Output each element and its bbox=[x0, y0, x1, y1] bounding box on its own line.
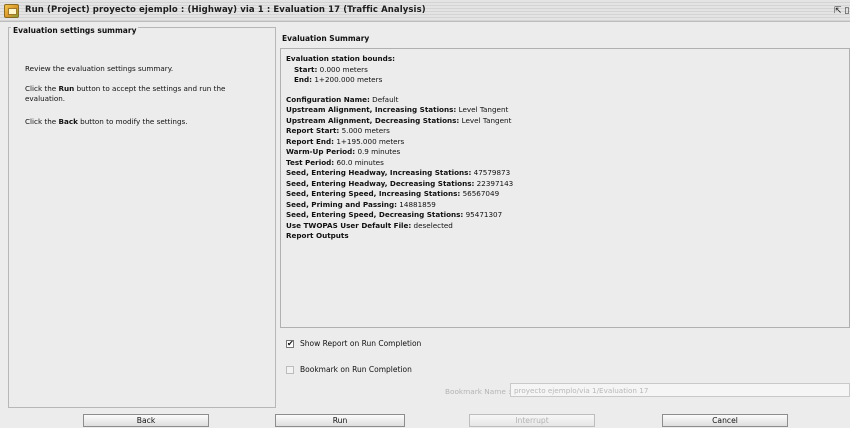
bookmark-checkbox[interactable] bbox=[286, 365, 294, 374]
summary-row-value: 14881859 bbox=[399, 199, 436, 209]
summary-row: Upstream Alignment, Decreasing Stations:… bbox=[286, 116, 849, 127]
summary-row-key: Report End: bbox=[286, 136, 335, 146]
show-report-label: Show Report on Run Completion bbox=[300, 339, 422, 348]
show-report-option[interactable]: ✔ Show Report on Run Completion bbox=[286, 339, 421, 348]
run-button[interactable]: Run bbox=[275, 414, 405, 427]
summary-row-key: Upstream Alignment, Increasing Stations: bbox=[286, 105, 457, 114]
summary-row-value: 22397143 bbox=[476, 178, 514, 188]
review-instruction: Review the evaluation settings summary. bbox=[25, 64, 174, 73]
summary-row: Upstream Alignment, Increasing Stations:… bbox=[286, 105, 849, 116]
summary-row-key: Seed, Entering Speed, Decreasing Station… bbox=[286, 210, 464, 219]
summary-row-key: Configuration Name: bbox=[286, 94, 370, 104]
summary-row-key: Report Outputs bbox=[286, 231, 349, 240]
interrupt-button[interactable]: Interrupt bbox=[469, 414, 595, 427]
summary-row-key: Warm-Up Period: bbox=[286, 147, 356, 156]
summary-row: Report Outputs bbox=[286, 231, 849, 242]
back-keyword: Back bbox=[58, 117, 78, 126]
window-title: Run (Project) proyecto ejemplo : (Highwa… bbox=[25, 5, 426, 15]
summary-row-value: 95471307 bbox=[465, 210, 503, 219]
bounds-end: End: 1+200.000 meters bbox=[294, 75, 383, 84]
back-instruction: Click the Back button to modify the sett… bbox=[25, 117, 188, 126]
summary-row-key: Upstream Alignment, Decreasing Stations: bbox=[286, 115, 460, 125]
summary-row-key: Seed, Entering Headway, Increasing Stati… bbox=[286, 168, 472, 177]
summary-row-value: deselected bbox=[413, 220, 453, 230]
summary-row-value: Level Tangent bbox=[461, 115, 512, 125]
back-button[interactable]: Back bbox=[83, 414, 209, 427]
run-keyword: Run bbox=[58, 84, 75, 93]
settings-summary-panel: Evaluation settings summary Review the e… bbox=[8, 26, 276, 408]
summary-row: Seed, Entering Headway, Decreasing Stati… bbox=[286, 179, 849, 190]
summary-row: Report End: 1+195.000 meters bbox=[286, 137, 849, 148]
summary-row-value: 47579873 bbox=[473, 168, 511, 177]
app-icon bbox=[4, 4, 19, 18]
evaluation-summary-box[interactable]: Evaluation station bounds: Start: 0.000 … bbox=[280, 48, 850, 328]
summary-row: Seed, Entering Speed, Decreasing Station… bbox=[286, 210, 849, 221]
bookmark-option[interactable]: Bookmark on Run Completion bbox=[286, 365, 412, 374]
evaluation-summary-label: Evaluation Summary bbox=[282, 34, 370, 43]
panel-title: Evaluation settings summary bbox=[11, 26, 139, 35]
summary-row-value: Default bbox=[372, 94, 399, 104]
summary-row: Warm-Up Period: 0.9 minutes bbox=[286, 147, 849, 158]
window-titlebar[interactable]: Run (Project) proyecto ejemplo : (Highwa… bbox=[0, 0, 850, 22]
bookmark-label: Bookmark on Run Completion bbox=[300, 365, 412, 374]
summary-row-value: 5.000 meters bbox=[341, 126, 390, 135]
summary-row: Test Period: 60.0 minutes bbox=[286, 158, 849, 169]
summary-row: Seed, Entering Speed, Increasing Station… bbox=[286, 189, 849, 200]
bounds-heading: Evaluation station bounds: bbox=[286, 54, 395, 63]
run-instruction: Click the Run button to accept the setti… bbox=[25, 84, 226, 103]
summary-row-key: Use TWOPAS User Default File: bbox=[286, 220, 412, 230]
summary-row-value: 56567049 bbox=[462, 189, 500, 198]
summary-row-value: 0.9 minutes bbox=[357, 147, 401, 156]
summary-row-key: Report Start: bbox=[286, 126, 340, 135]
summary-row-key: Test Period: bbox=[286, 157, 335, 167]
summary-row: Seed, Priming and Passing: 14881859 bbox=[286, 200, 849, 211]
summary-row-value: 1+195.000 meters bbox=[336, 136, 405, 146]
summary-rows: Configuration Name: Default Upstream Alig… bbox=[286, 95, 849, 242]
summary-row-value: Level Tangent bbox=[458, 105, 509, 114]
summary-row-key: Seed, Entering Speed, Increasing Station… bbox=[286, 189, 461, 198]
cancel-button[interactable]: Cancel bbox=[662, 414, 788, 427]
bookmark-name-label: Bookmark Name : bbox=[445, 387, 511, 396]
bounds-start: Start: 0.000 meters bbox=[294, 64, 368, 74]
summary-row-key: Seed, Priming and Passing: bbox=[286, 199, 397, 209]
show-report-checkbox[interactable]: ✔ bbox=[286, 339, 294, 348]
summary-row: Use TWOPAS User Default File: deselected bbox=[286, 221, 849, 232]
summary-row: Report Start: 5.000 meters bbox=[286, 126, 849, 137]
restore-window-icon[interactable]: ⇱ ▯ bbox=[834, 5, 850, 17]
bookmark-name-field[interactable]: proyecto ejemplo/via 1/Evaluation 17 bbox=[510, 383, 850, 397]
summary-row-value: 60.0 minutes bbox=[336, 157, 384, 167]
summary-row-key: Seed, Entering Headway, Decreasing Stati… bbox=[286, 178, 475, 188]
summary-row: Seed, Entering Headway, Increasing Stati… bbox=[286, 168, 849, 179]
summary-row: Configuration Name: Default bbox=[286, 95, 849, 106]
